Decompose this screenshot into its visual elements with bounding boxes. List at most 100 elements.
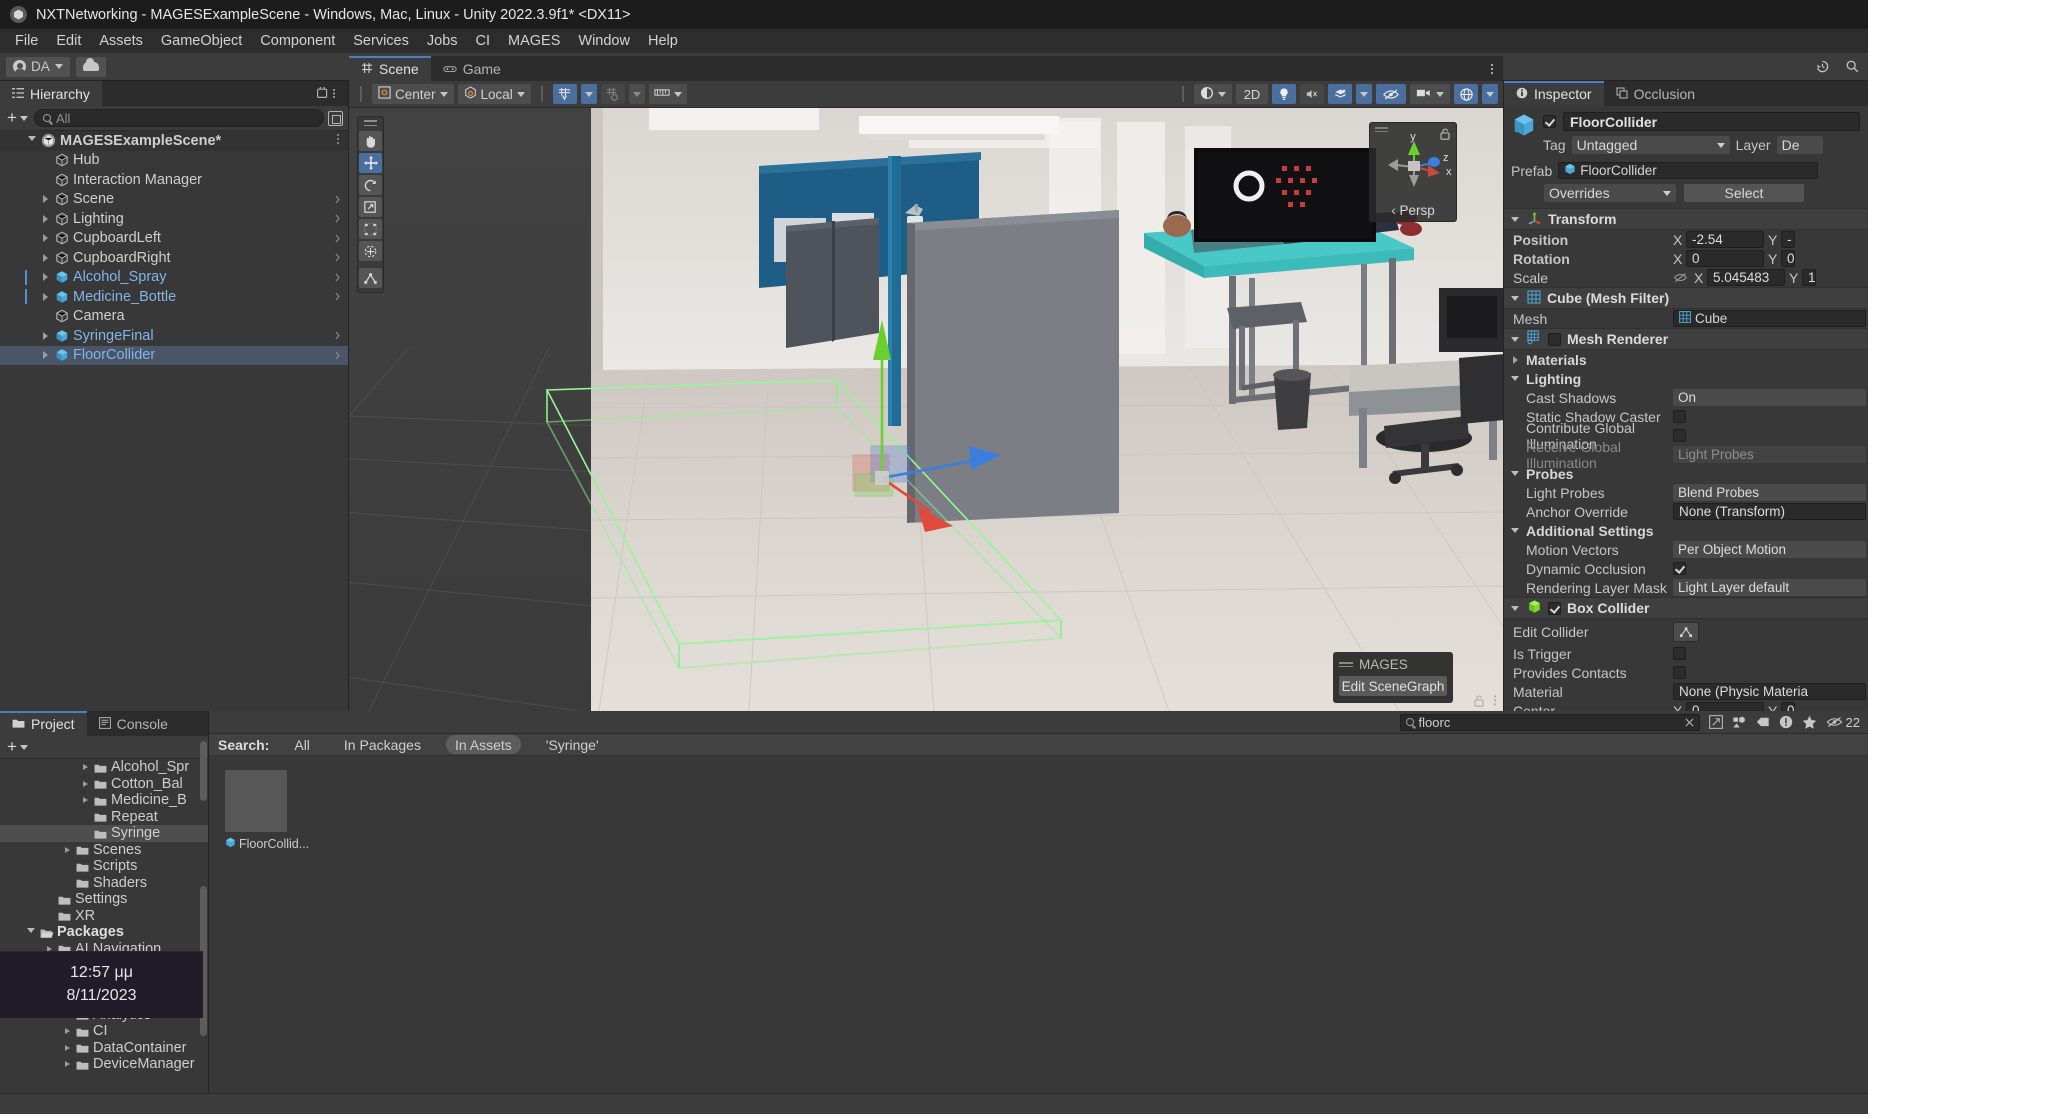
project-tree-item-scenes[interactable]: Scenes (0, 842, 208, 859)
project-tree-item-shaders[interactable]: Shaders (0, 875, 208, 892)
grid-snap-icon[interactable] (553, 84, 577, 104)
provides-contacts-checkbox[interactable] (1673, 666, 1686, 679)
project-tree-item-devicemanager[interactable]: DeviceManager (0, 1056, 208, 1073)
scale-tool-icon[interactable] (359, 197, 382, 217)
edit-collider-button[interactable] (1673, 622, 1699, 642)
foldout-closed-icon[interactable] (40, 215, 51, 223)
rendering-layer-mask-dropdown[interactable]: Light Layer default (1673, 579, 1866, 596)
project-tree-item-syringe[interactable]: Syringe (0, 825, 208, 842)
hierarchy-item-medicine-bottle[interactable]: Medicine_Bottle (0, 287, 348, 307)
project-tree-item-repeat[interactable]: Repeat (0, 809, 208, 826)
foldout-open-icon[interactable] (1509, 296, 1521, 301)
expand-right-icon[interactable] (335, 348, 348, 363)
filter-by-label-icon[interactable] (1756, 716, 1770, 728)
foldout-open-icon[interactable] (1509, 337, 1521, 342)
menu-edit[interactable]: Edit (47, 31, 90, 51)
hierarchy-item-camera[interactable]: Camera (0, 307, 348, 327)
more-options-icon[interactable] (336, 133, 348, 148)
move-tool-icon[interactable] (359, 153, 382, 173)
foldout-open-icon[interactable] (26, 136, 37, 145)
foldout-open-icon[interactable] (1509, 606, 1521, 611)
menu-gameobject[interactable]: GameObject (152, 31, 251, 51)
scene-axis-gizmo[interactable]: y z x (1369, 122, 1457, 222)
tab-inspector[interactable]: Inspector (1504, 81, 1604, 106)
tab-game-view[interactable]: Game (431, 56, 513, 81)
component-header-transform[interactable]: Transform (1504, 208, 1868, 230)
menu-ci[interactable]: CI (467, 31, 500, 51)
lock-open-icon[interactable] (1440, 127, 1449, 138)
tag-dropdown[interactable]: Untagged (1572, 136, 1730, 154)
foldout-closed-icon[interactable] (62, 1045, 72, 1051)
hierarchy-item-alcohol-spray[interactable]: Alcohol_Spray (0, 268, 348, 288)
open-in-new-icon[interactable] (1709, 715, 1723, 729)
menu-help[interactable]: Help (639, 31, 687, 51)
component-header-mesh-renderer[interactable]: Mesh Renderer (1504, 328, 1868, 350)
menu-component[interactable]: Component (251, 31, 344, 51)
project-tree-item-xr[interactable]: XR (0, 908, 208, 925)
drag-handle-icon[interactable] (1339, 662, 1353, 667)
menu-file[interactable]: File (6, 31, 47, 51)
hidden-assets-count[interactable]: 22 (1826, 715, 1860, 730)
search-icon[interactable] (1842, 57, 1862, 77)
layer-dropdown[interactable]: De (1777, 136, 1823, 154)
lock-open-icon[interactable] (1474, 695, 1484, 710)
prefab-field[interactable]: FloorCollider (1558, 162, 1818, 179)
custom-editor-tool-icon[interactable] (359, 268, 382, 288)
contribute-gi-checkbox[interactable] (1673, 429, 1686, 442)
scale-x-input[interactable]: 5.045483 (1707, 269, 1785, 286)
rotate-tool-icon[interactable] (359, 175, 382, 195)
project-tree-item-ci[interactable]: CI (0, 1023, 208, 1040)
scope-all[interactable]: All (285, 735, 319, 754)
lightbulb-icon[interactable] (1272, 84, 1296, 104)
drag-handle-icon[interactable] (1375, 127, 1388, 133)
more-options-icon[interactable] (1493, 694, 1497, 710)
account-button[interactable]: DA (6, 57, 70, 77)
close-icon[interactable] (1685, 715, 1694, 730)
history-icon[interactable] (1812, 57, 1832, 77)
foldout-open-icon[interactable] (1509, 376, 1521, 381)
expand-right-icon[interactable] (335, 211, 348, 226)
more-options-icon[interactable] (1481, 56, 1503, 81)
menu-services[interactable]: Services (344, 31, 418, 51)
cloud-button[interactable] (76, 57, 106, 77)
project-tree-item-datacontainer[interactable]: DataContainer (0, 1040, 208, 1057)
foldout-closed-icon[interactable] (62, 1061, 72, 1067)
foldout-closed-icon[interactable] (40, 293, 51, 301)
filter-by-type-icon[interactable] (1732, 716, 1747, 729)
foldout-closed-icon[interactable] (80, 764, 90, 770)
foldout-closed-icon[interactable] (62, 1028, 72, 1034)
box-collider-enabled-checkbox[interactable] (1548, 602, 1561, 615)
mages-overlay-header[interactable]: MAGES (1339, 657, 1447, 672)
lighting-section[interactable]: Lighting (1504, 369, 1868, 388)
probes-section[interactable]: Probes (1504, 464, 1868, 483)
component-header-box-collider[interactable]: Box Collider (1504, 597, 1868, 619)
expand-right-icon[interactable] (335, 328, 348, 343)
expand-right-icon[interactable] (335, 231, 348, 246)
project-tree-item-alcohol-spr[interactable]: Alcohol_Spr (0, 759, 208, 776)
grid-snap-dropdown[interactable] (581, 84, 597, 104)
edit-scenegraph-button[interactable]: Edit SceneGraph (1339, 676, 1447, 696)
snap-increment-icon[interactable] (601, 84, 625, 104)
select-button[interactable]: Select (1684, 184, 1804, 202)
object-active-checkbox[interactable] (1543, 115, 1556, 128)
scene-viewport[interactable]: y z x (349, 108, 1503, 711)
hierarchy-search-input[interactable]: All (34, 109, 324, 127)
position-x-input[interactable]: -2.54 (1686, 231, 1764, 248)
cast-shadows-dropdown[interactable]: On (1673, 389, 1866, 406)
menu-jobs[interactable]: Jobs (418, 31, 467, 51)
project-tree-item-cotton-bal[interactable]: Cotton_Bal (0, 776, 208, 793)
open-in-new-icon[interactable] (328, 111, 343, 126)
project-scrollbar-top[interactable] (200, 741, 207, 801)
hand-tool-icon[interactable] (359, 131, 382, 151)
position-y-input[interactable]: - (1781, 231, 1795, 248)
foldout-closed-icon[interactable] (40, 273, 51, 281)
project-tree-item-settings[interactable]: Settings (0, 891, 208, 908)
filter-by-favorite-icon[interactable] (1802, 715, 1817, 729)
tab-scene-view[interactable]: Scene (349, 56, 431, 81)
foldout-closed-icon[interactable] (40, 254, 51, 262)
foldout-closed-icon[interactable] (1509, 356, 1521, 364)
foldout-open-icon[interactable] (1509, 471, 1521, 476)
scene-camera-button[interactable] (1410, 84, 1450, 104)
foldout-closed-icon[interactable] (62, 847, 72, 853)
gizmos-dropdown[interactable] (1482, 84, 1498, 104)
